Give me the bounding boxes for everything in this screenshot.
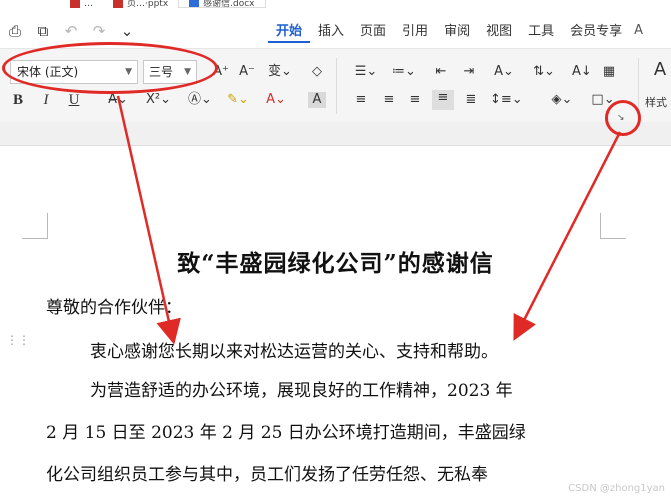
italic-button[interactable]: I — [38, 92, 54, 108]
align-left-icon[interactable]: ≡ — [352, 92, 370, 108]
divider — [638, 58, 639, 114]
align-right-icon[interactable]: ≡ — [406, 92, 424, 108]
paragraph-2-line-2[interactable]: 2 月 15 日至 2023 年 2 月 25 日办公环境打造期间，丰盛园绿 — [46, 418, 526, 443]
char-shading-icon[interactable]: A — [308, 92, 326, 108]
decrease-indent-icon[interactable]: ⇤ — [432, 64, 450, 80]
document-title[interactable]: 致“丰盛园绿化公司”的感谢信 — [0, 244, 671, 278]
page-margin-marker — [600, 213, 626, 239]
doc-tab-2[interactable]: 页…·pptx — [103, 0, 178, 8]
show-marks-icon[interactable]: A↓ — [572, 64, 592, 80]
doc-tab-1[interactable]: … — [60, 0, 103, 8]
superscript-icon[interactable]: X²⌄ — [146, 92, 171, 108]
ribbon-tabs: 开始 插入 页面 引用 审阅 视图 工具 会员专享 A — [268, 23, 647, 43]
file-icon — [70, 0, 80, 8]
table-icon[interactable]: ▦ — [600, 64, 618, 80]
divider — [336, 58, 337, 114]
drag-handle-icon[interactable]: ⋮⋮ — [6, 334, 30, 346]
more-icon[interactable]: ⌄ — [118, 22, 136, 40]
phonetic-guide-icon[interactable]: 变⌄ — [266, 64, 294, 80]
pptx-file-icon — [113, 0, 123, 8]
document-page — [0, 147, 671, 498]
watermark: CSDN @zhong1yan — [568, 483, 665, 494]
quick-access-toolbar: ⎙ ⧉ ↶ ↷ ⌄ — [6, 22, 136, 40]
highlight-icon[interactable]: ✎⌄ — [226, 92, 250, 108]
shrink-font-icon[interactable]: A⁻ — [238, 64, 256, 80]
justify-icon[interactable]: ≡ — [432, 90, 454, 110]
title-bar: … 页…·pptx 感谢信.docx ⎙ ⧉ ↶ ↷ ⌄ 开始 插入 页面 引用… — [0, 0, 671, 46]
tab-review[interactable]: 审阅 — [436, 23, 478, 43]
styles-icon[interactable]: A — [650, 61, 670, 79]
distributed-icon[interactable]: ≣ — [462, 92, 480, 108]
styles-label: 样式 — [645, 96, 667, 109]
strikethrough-icon[interactable]: A̶⌄ — [106, 92, 130, 108]
docx-file-icon — [189, 0, 200, 7]
document-tabs: … 页…·pptx 感谢信.docx — [60, 0, 266, 8]
tab-insert[interactable]: 插入 — [310, 23, 352, 43]
underline-button[interactable]: U — [66, 92, 82, 108]
align-center-icon[interactable]: ≡ — [380, 92, 398, 108]
shading-icon[interactable]: ◈⌄ — [548, 92, 576, 108]
font-color-icon[interactable]: A⌄ — [264, 92, 288, 108]
paragraph-1[interactable]: 衷心感谢您长期以来对松达运营的关心、支持和帮助。 — [90, 337, 498, 362]
text-effect-icon[interactable]: A⌄ — [490, 64, 518, 80]
tab-view[interactable]: 视图 — [478, 23, 520, 43]
text-effects-icon[interactable]: Ⓐ⌄ — [188, 92, 212, 108]
paragraph-2-line-3[interactable]: 化公司组织员工参与其中，员工们发扬了任劳任怨、无私奉 — [46, 460, 488, 485]
ribbon-footer — [0, 122, 671, 146]
save-icon[interactable]: ⎙ — [6, 22, 24, 40]
paragraph-2-line-1[interactable]: 为营造舒适的办公环境，展现良好的工作精神，2023 年 — [90, 376, 513, 401]
annotation-circle-font — [2, 42, 218, 94]
undo-icon[interactable]: ↶ — [62, 22, 80, 40]
page-margin-marker — [22, 213, 48, 239]
numbering-icon[interactable]: ≔⌄ — [390, 64, 418, 80]
doc-tab-3[interactable]: 感谢信.docx — [178, 0, 266, 8]
annotation-circle-launcher — [605, 100, 641, 136]
clear-format-icon[interactable]: ◇ — [308, 64, 326, 80]
print-preview-icon[interactable]: ⧉ — [34, 22, 52, 40]
line-spacing-icon[interactable]: ↕≡⌄ — [490, 92, 523, 108]
bullets-icon[interactable]: ☰⌄ — [352, 64, 380, 80]
ai-icon[interactable]: A — [630, 23, 647, 43]
sort-icon[interactable]: ⇅⌄ — [530, 64, 558, 80]
tab-home[interactable]: 开始 — [268, 23, 311, 43]
tab-member[interactable]: 会员专享 — [562, 23, 630, 43]
tab-references[interactable]: 引用 — [394, 23, 436, 43]
redo-icon[interactable]: ↷ — [90, 22, 108, 40]
bold-button[interactable]: B — [10, 92, 26, 108]
tab-tools[interactable]: 工具 — [520, 23, 562, 43]
increase-indent-icon[interactable]: ⇥ — [460, 64, 478, 80]
paragraph-greeting[interactable]: 尊敬的合作伙伴： — [46, 293, 182, 318]
tab-page[interactable]: 页面 — [352, 23, 394, 43]
